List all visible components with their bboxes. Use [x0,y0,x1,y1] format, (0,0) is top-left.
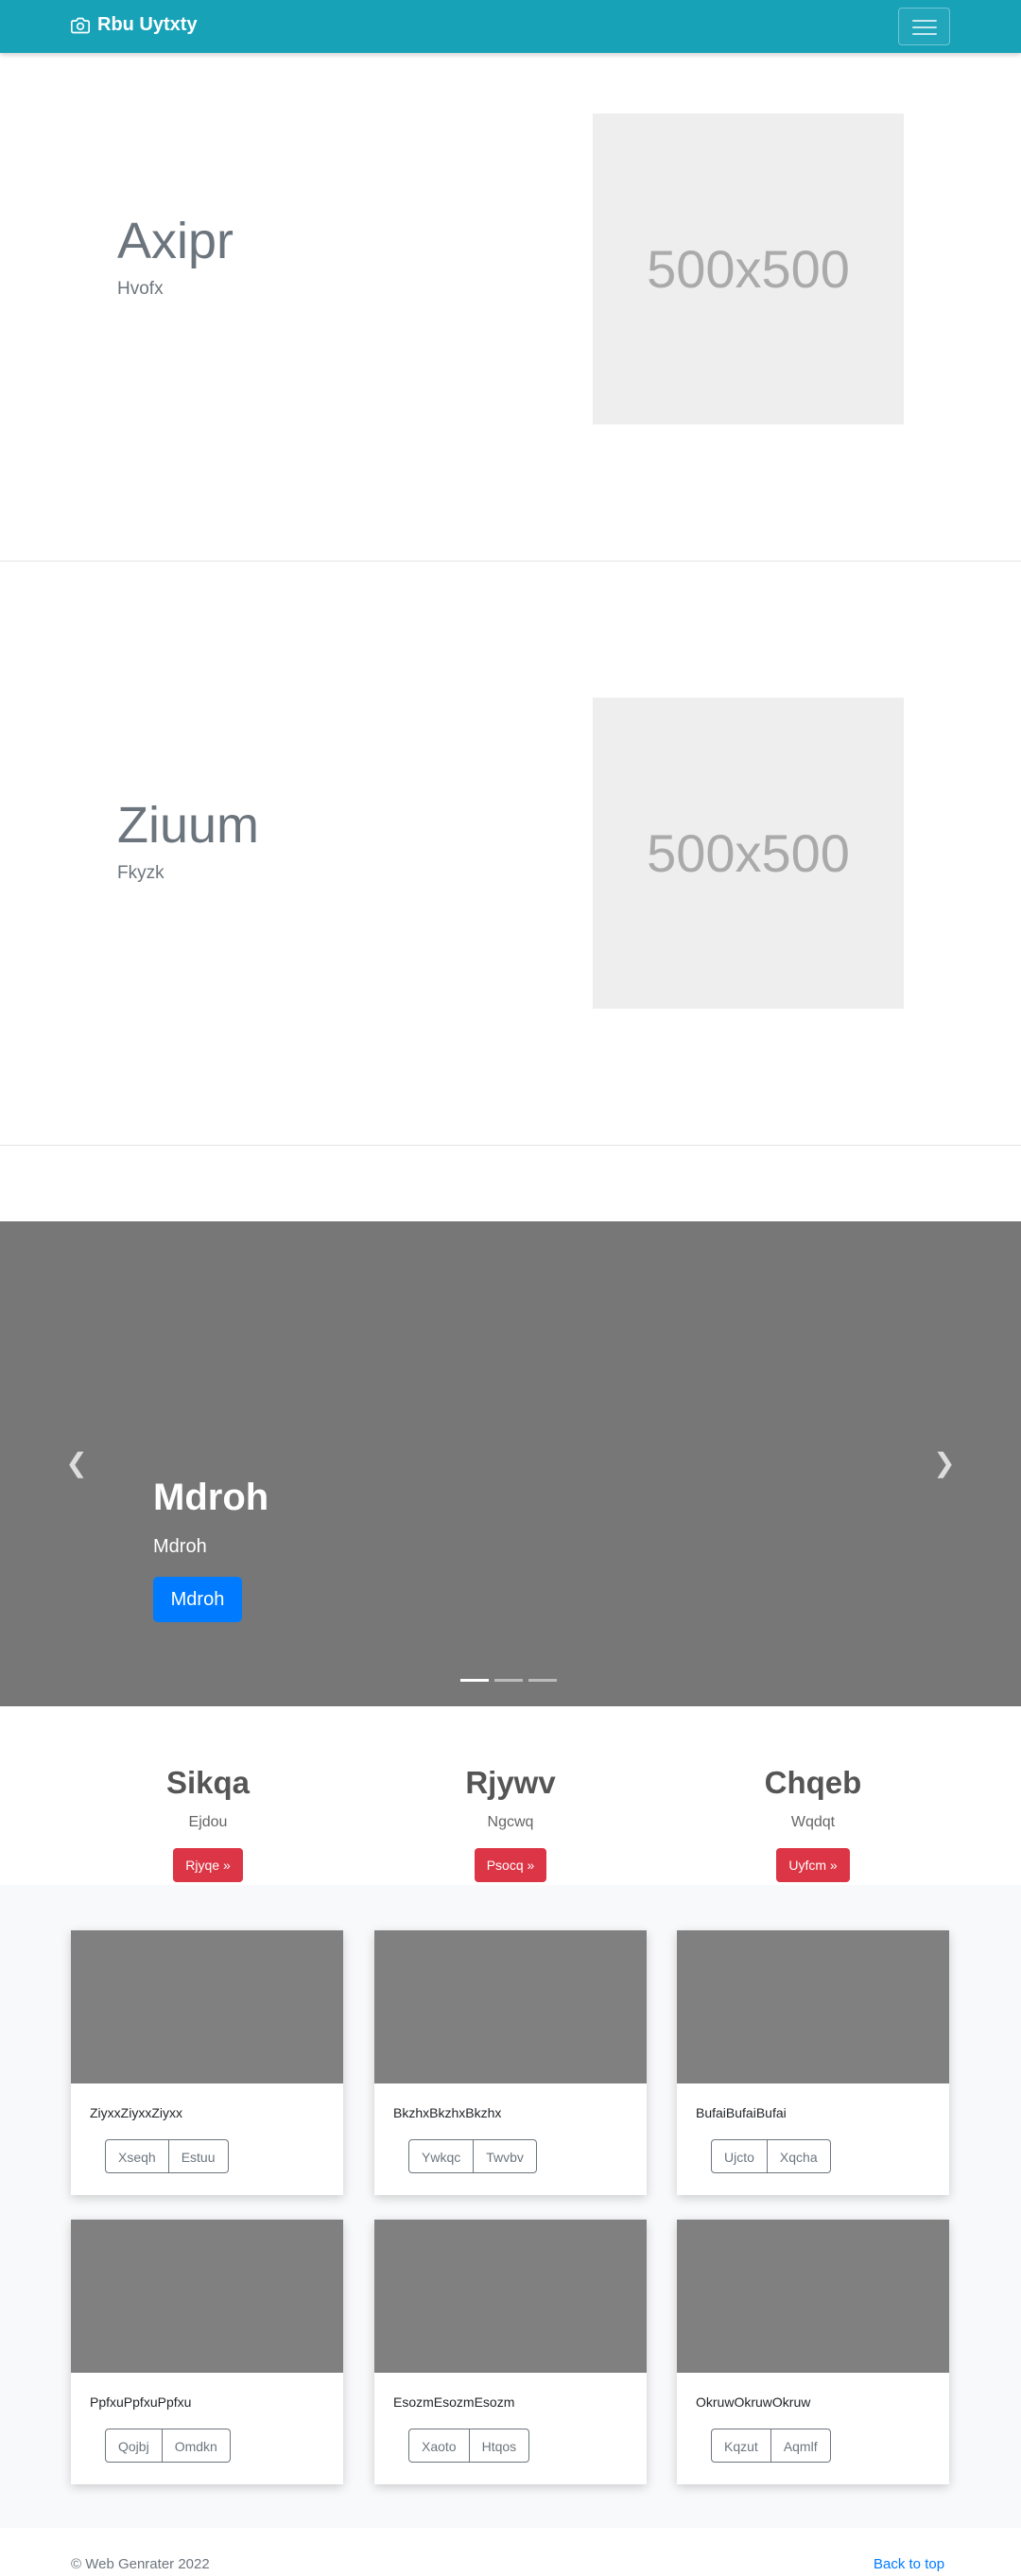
carousel-caption-title: Mdroh [153,1477,269,1518]
column-heading: Rjywv [465,1765,556,1800]
card-button-group: Xaoto Htqos [408,2429,530,2463]
album-card: ZiyxxZiyxxZiyxx Xseqh Estuu [71,1930,343,2195]
featurette-2: Ziuum Fkyzk 500x500 [0,562,1021,1146]
column-heading: Chqeb [764,1765,862,1800]
card-button-group: Kqzut Aqmlf [711,2429,831,2463]
card-button-1[interactable]: Ujcto [711,2139,768,2173]
card-thumbnail [677,2220,949,2373]
brand-link[interactable]: Rbu Uytxty [71,14,198,36]
card-thumbnail [71,1930,343,2083]
card-button-group: Xseqh Estuu [105,2139,229,2173]
card-button-2[interactable]: Htqos [469,2429,530,2463]
marketing-column-3: Chqeb Wqdqt Uyfcm » [671,1765,955,1882]
card-button-2[interactable]: Estuu [168,2139,229,2173]
album-card: OkruwOkruwOkruw Kqzut Aqmlf [677,2220,949,2484]
card-button-group: Ywkqc Twvbv [408,2139,537,2173]
column-button[interactable]: Uyfcm » [776,1848,850,1882]
card-button-1[interactable]: Qojbj [105,2429,163,2463]
column-button[interactable]: Rjyqe » [173,1848,243,1882]
column-text: Wqdqt [790,1814,836,1830]
hamburger-icon-line [912,26,937,28]
marketing-column-2: Rjywv Ngcwq Psocq » [369,1765,652,1882]
album-card: BufaiBufaiBufai Ujcto Xqcha [677,1930,949,2195]
carousel-indicators [460,1679,557,1682]
featurette-1: Axipr Hvofx 500x500 [0,53,1021,562]
featurette-lead: Hvofx [117,279,164,299]
hamburger-icon [912,20,937,22]
column-text: Ngcwq [487,1814,534,1830]
carousel-prev-control[interactable]: ❮ [62,1447,91,1478]
card-button-group: Ujcto Xqcha [711,2139,831,2173]
footer-copyright: © Web Genrater 2022 [71,2556,210,2572]
brand-name: Rbu Uytxty [97,14,198,35]
album-card: PpfxuPpfxuPpfxu Qojbj Omdkn [71,2220,343,2484]
card-thumbnail [374,1930,647,2083]
card-text: EsozmEsozmEsozm [393,2394,515,2410]
featurette-heading: Axipr [117,213,234,269]
card-text: OkruwOkruwOkruw [696,2394,811,2410]
card-thumbnail [677,1930,949,2083]
card-text: BufaiBufaiBufai [696,2105,787,2120]
album-card: EsozmEsozmEsozm Xaoto Htqos [374,2220,647,2484]
card-button-1[interactable]: Ywkqc [408,2139,475,2173]
carousel: ❮ ❯ Mdroh Mdroh Mdroh [0,1221,1021,1706]
card-button-group: Qojbj Omdkn [105,2429,231,2463]
marketing-column-1: Sikqa Ejdou Rjyqe » [66,1765,350,1882]
featurette-lead: Fkyzk [117,863,164,883]
album-section: ZiyxxZiyxxZiyxx Xseqh Estuu BkzhxBkzhxBk… [0,1885,1021,2528]
album-card: BkzhxBkzhxBkzhx Ywkqc Twvbv [374,1930,647,2195]
card-text: BkzhxBkzhxBkzhx [393,2105,502,2120]
hamburger-icon-line [912,33,937,35]
carousel-next-control[interactable]: ❯ [930,1447,959,1478]
card-thumbnail [374,2220,647,2373]
column-button[interactable]: Psocq » [474,1848,547,1882]
card-button-1[interactable]: Kqzut [711,2429,771,2463]
column-text: Ejdou [188,1814,228,1830]
featurette-heading: Ziuum [117,797,260,854]
camera-icon [71,17,90,33]
card-button-1[interactable]: Xseqh [105,2139,169,2173]
card-button-2[interactable]: Aqmlf [770,2429,831,2463]
card-button-2[interactable]: Twvbv [474,2139,537,2173]
carousel-indicator-3[interactable] [528,1679,557,1682]
card-text: ZiyxxZiyxxZiyxx [90,2105,182,2120]
carousel-caption-text: Mdroh [153,1536,207,1557]
card-thumbnail [71,2220,343,2373]
carousel-indicator-2[interactable] [494,1679,523,1682]
card-text: PpfxuPpfxuPpfxu [90,2394,192,2410]
carousel-caption-button[interactable]: Mdroh [153,1577,242,1622]
card-button-1[interactable]: Xaoto [408,2429,470,2463]
chevron-left-icon: ❮ [65,1447,88,1478]
navbar: Rbu Uytxty [0,0,1021,53]
chevron-right-icon: ❯ [933,1447,956,1478]
carousel-indicator-1[interactable] [460,1679,489,1682]
card-button-2[interactable]: Xqcha [767,2139,831,2173]
navbar-toggler-button[interactable] [898,8,950,45]
featurette-image: 500x500 [593,113,904,424]
column-heading: Sikqa [165,1765,251,1800]
featurette-image: 500x500 [593,698,904,1009]
card-button-2[interactable]: Omdkn [162,2429,231,2463]
back-to-top-link[interactable]: Back to top [874,2556,944,2572]
